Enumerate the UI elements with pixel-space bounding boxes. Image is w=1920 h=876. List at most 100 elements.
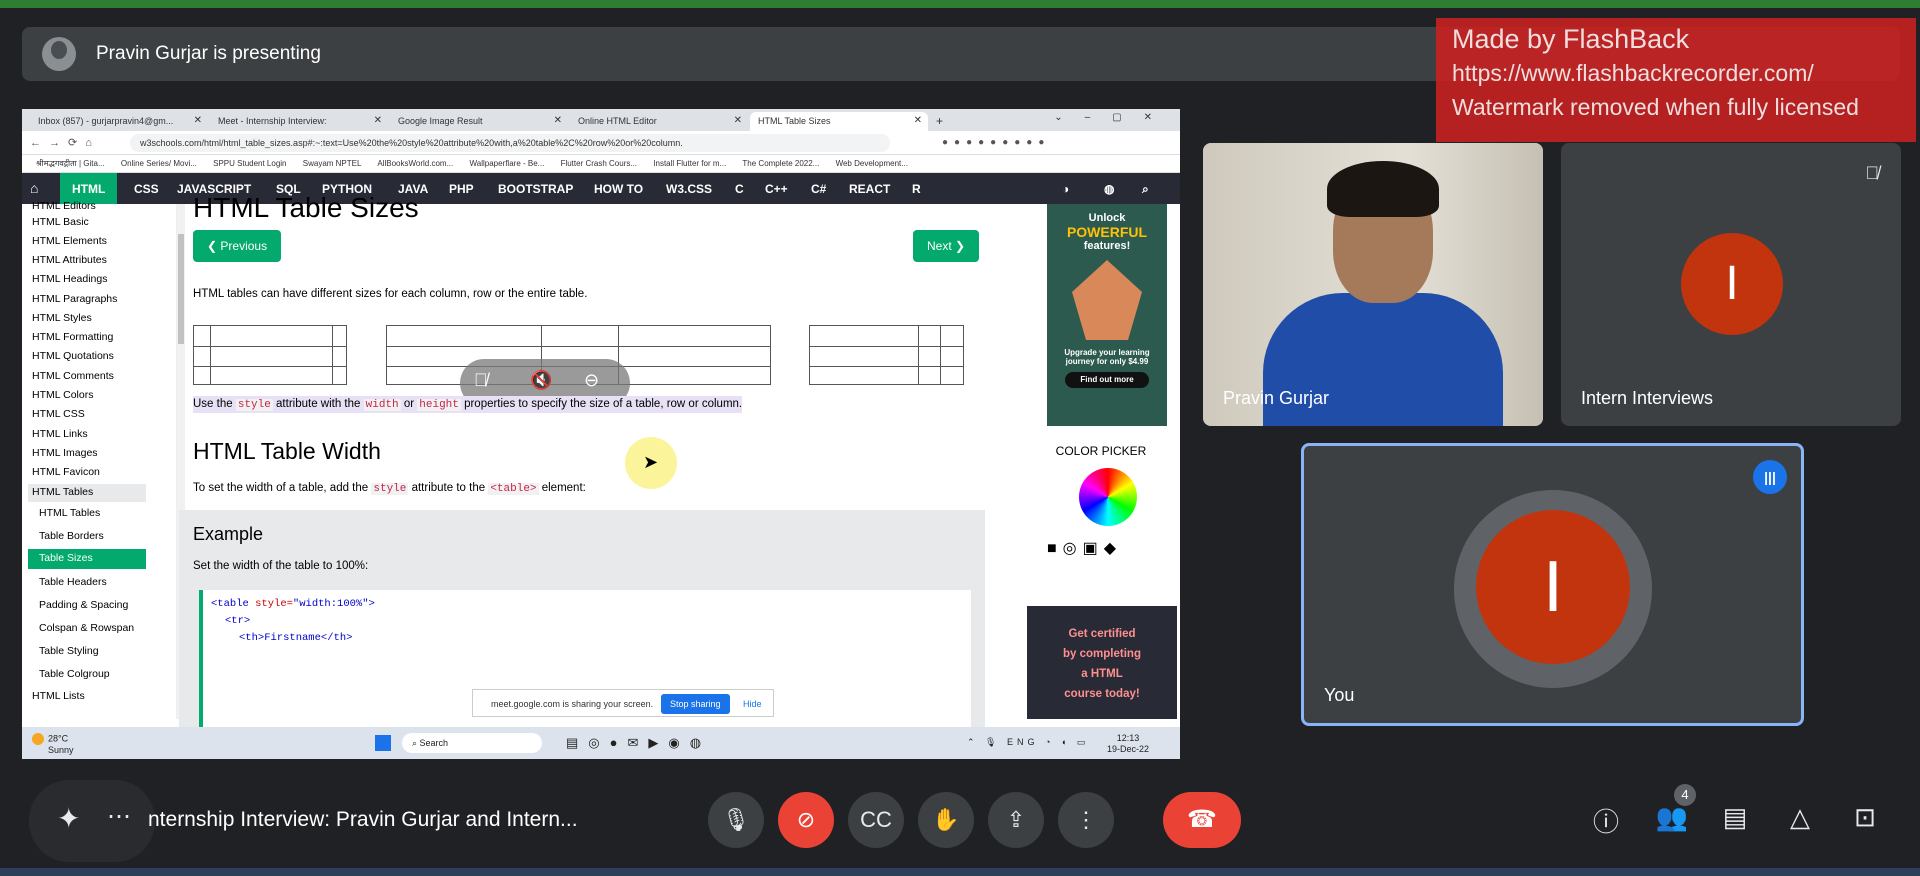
sidebar-item[interactable]: HTML Editors [32, 200, 96, 212]
end-call-button[interactable]: ☎ [1163, 792, 1241, 848]
close-icon[interactable]: ✕ [554, 115, 562, 126]
sidebar-subitem[interactable]: Table Borders [39, 530, 104, 542]
bookmark-item[interactable]: AllBooksWorld.com... [377, 159, 453, 168]
activities-pill[interactable]: ✦ ⋯ [29, 780, 155, 862]
nav-php[interactable]: PHP [449, 182, 474, 196]
sidebar-item[interactable]: HTML Elements [32, 235, 107, 247]
bookmark-item[interactable]: Online Series/ Movi... [121, 159, 197, 168]
sidebar-item[interactable]: HTML Links [32, 428, 88, 440]
weather-widget[interactable]: 28°C Sunny [32, 733, 74, 755]
taskbar-search[interactable]: ⌕ Search [402, 733, 542, 753]
camera-off-button[interactable]: ⊘ [778, 792, 834, 848]
close-icon[interactable]: ✕ [194, 115, 202, 126]
hide-button[interactable]: Hide [743, 699, 762, 709]
nav-css[interactable]: CSS [134, 182, 159, 196]
color-wheel-icon[interactable] [1079, 468, 1137, 526]
bookmark-item[interactable]: Install Flutter for m... [653, 159, 726, 168]
sidebar-item[interactable]: HTML Images [32, 447, 98, 459]
theme-icon[interactable]: ◑ [1062, 182, 1069, 196]
scroll-thumb[interactable] [178, 234, 184, 344]
sparkle-icon[interactable]: ✦ [57, 802, 80, 835]
tab-google-image[interactable]: Google Image Result ✕ [390, 112, 568, 131]
sidebar-subitem[interactable]: Table Styling [39, 645, 99, 657]
certification-banner[interactable]: Get certified by completing a HTML cours… [1027, 606, 1177, 719]
windows-start-icon[interactable] [375, 735, 391, 751]
sidebar-item[interactable]: HTML Headings [32, 273, 107, 285]
system-tray[interactable]: ⌃ 🎙 ENG ◔ ◖ ▭ [967, 737, 1089, 748]
next-button[interactable]: Next ❯ [913, 230, 980, 262]
url-field[interactable]: w3schools.com/html/html_table_sizes.asp#… [130, 134, 890, 152]
sidebar-subitem[interactable]: HTML Tables [39, 507, 100, 519]
sidebar-subitem-active[interactable]: Table Sizes [28, 549, 146, 569]
globe-icon[interactable]: ◍ [1104, 182, 1114, 196]
microphone-button[interactable]: 🎙 [708, 792, 764, 848]
sidebar-item[interactable]: HTML Attributes [32, 254, 107, 266]
bookmark-item[interactable]: Wallpaperflare - Be... [469, 159, 544, 168]
captions-button[interactable]: CC [848, 792, 904, 848]
nav-howto[interactable]: HOW TO [594, 182, 643, 196]
nav-w3css[interactable]: W3.CSS [666, 182, 712, 196]
participant-tile-intern[interactable]: 🎙̸ I Intern Interviews [1561, 143, 1901, 426]
nav-react[interactable]: REACT [849, 182, 890, 196]
previous-button[interactable]: ❮ Previous [193, 230, 282, 262]
chat-icon[interactable]: ▤ [1715, 802, 1755, 833]
sidebar-subitem[interactable]: Padding & Spacing [39, 599, 128, 611]
sidebar-item[interactable]: HTML CSS [32, 408, 85, 420]
more-options-button[interactable]: ⋮ [1058, 792, 1114, 848]
sidebar-item[interactable]: HTML Comments [32, 370, 114, 382]
bookmark-item[interactable]: The Complete 2022... [742, 159, 819, 168]
activities-icon[interactable]: △ [1780, 802, 1820, 833]
taskbar-apps[interactable]: ▤◎●✉▶◉◍ [566, 735, 711, 751]
nav-bootstrap[interactable]: BOOTSTRAP [498, 182, 573, 196]
participant-tile-you[interactable]: ||| I You [1301, 443, 1804, 726]
close-icon[interactable]: ✕ [734, 115, 742, 126]
new-tab-button[interactable]: + [932, 112, 952, 131]
nav-csharp[interactable]: C# [811, 182, 826, 196]
window-controls[interactable]: ⌄–▢✕ [1054, 112, 1174, 123]
more-dots-icon[interactable]: ⋯ [107, 802, 131, 831]
sidebar-item[interactable]: HTML Lists [32, 690, 85, 702]
sidebar-subitem[interactable]: Table Colgroup [39, 668, 110, 680]
close-icon[interactable]: ✕ [914, 115, 922, 126]
mic-off-icon[interactable]: 🎙̸ [474, 370, 488, 391]
nav-cpp[interactable]: C++ [765, 182, 788, 196]
bookmark-item[interactable]: Swayam NPTEL [303, 159, 361, 168]
host-controls-icon[interactable]: ⊡ [1845, 802, 1885, 833]
tab-inbox[interactable]: Inbox (857) - gurjarpravin4@gm... ✕ [30, 112, 208, 131]
search-icon[interactable]: ⌕ [1142, 182, 1149, 197]
sidebar-item[interactable]: HTML Basic [32, 216, 89, 228]
bookmark-item[interactable]: Flutter Crash Cours... [561, 159, 637, 168]
sidebar-subitem[interactable]: Table Headers [39, 576, 107, 588]
sidebar-subitem[interactable]: Colspan & Rowspan [39, 622, 134, 634]
bookmark-item[interactable]: Web Development... [836, 159, 908, 168]
nav-arrows-icon[interactable]: ←→⟳⌂ [30, 136, 100, 149]
sidebar-item[interactable]: HTML Favicon [32, 466, 100, 478]
find-out-more-button[interactable]: Find out more [1065, 372, 1149, 388]
tab-html-table-sizes[interactable]: HTML Table Sizes ✕ [750, 112, 928, 131]
participant-tile-pravin[interactable]: Pravin Gurjar [1203, 143, 1543, 426]
social-icons[interactable]: ■◎▣◆ [1047, 538, 1122, 558]
present-button[interactable]: ⇪ [988, 792, 1044, 848]
sidebar-item[interactable]: HTML Paragraphs [32, 293, 117, 305]
tab-meet[interactable]: Meet - Internship Interview: ✕ [210, 112, 388, 131]
raise-hand-button[interactable]: ✋ [918, 792, 974, 848]
nav-r[interactable]: R [912, 182, 921, 196]
people-icon[interactable]: 👥 [1652, 802, 1692, 833]
bookmark-item[interactable]: श्रीमद्भगवद्गीता | Gita... [36, 159, 105, 168]
minimize-icon[interactable]: ⊖ [584, 370, 599, 391]
bookmark-item[interactable]: SPPU Student Login [213, 159, 286, 168]
nav-c[interactable]: C [735, 182, 744, 196]
tab-online-editor[interactable]: Online HTML Editor ✕ [570, 112, 748, 131]
sidebar-item[interactable]: HTML Styles [32, 312, 92, 324]
sidebar-item[interactable]: HTML Colors [32, 389, 93, 401]
stop-sharing-button[interactable]: Stop sharing [661, 694, 730, 714]
meeting-info-icon[interactable]: ⓘ [1586, 802, 1626, 839]
home-icon[interactable]: ⌂ [30, 180, 38, 196]
extensions-icon[interactable]: ●●●●●●●●● [942, 137, 1050, 148]
sidebar-item[interactable]: HTML Formatting [32, 331, 113, 343]
taskbar-clock[interactable]: 12:13 19-Dec-22 [1107, 733, 1149, 755]
speaker-off-icon[interactable]: 🔇 [530, 370, 552, 391]
close-icon[interactable]: ✕ [374, 115, 382, 126]
sidebar-item-html-tables[interactable]: HTML Tables [28, 484, 146, 502]
promo-banner[interactable]: Unlock POWERFUL features! Upgrade your l… [1047, 204, 1167, 426]
